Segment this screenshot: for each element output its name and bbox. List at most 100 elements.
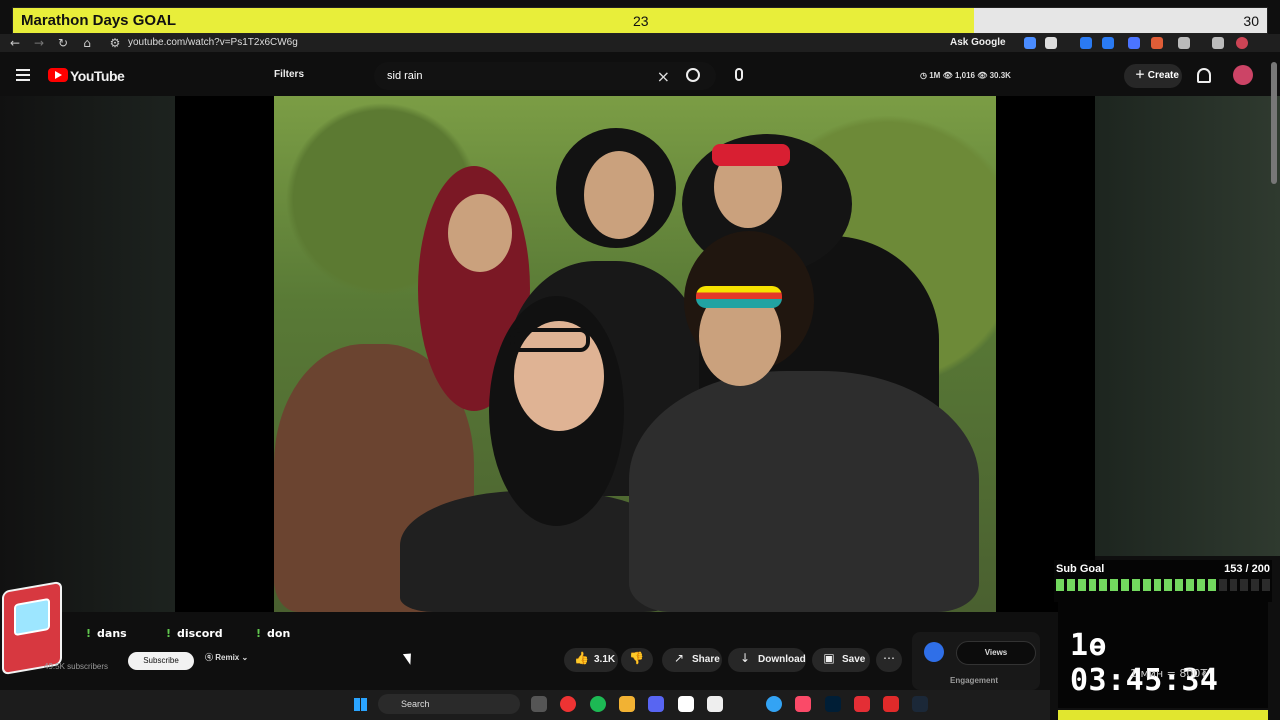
music-icon[interactable] bbox=[795, 696, 811, 712]
stat-icon-2: 👁 bbox=[942, 71, 955, 80]
folder-icon[interactable] bbox=[619, 696, 635, 712]
youtube-header: YouTube Filters sid rain × ◷ 1M 👁 1,016 … bbox=[0, 56, 1280, 96]
taskbar-search-label: Search bbox=[401, 699, 430, 709]
site-info-icon[interactable]: ⚙ bbox=[108, 36, 122, 50]
iq-logo-icon[interactable] bbox=[924, 642, 944, 662]
marathon-goal-bar: Marathon Days GOAL 23 30 bbox=[12, 7, 1268, 34]
microphone-icon[interactable] bbox=[735, 68, 743, 81]
ambient-left bbox=[0, 96, 175, 612]
taskbar-search-box[interactable] bbox=[378, 694, 520, 714]
sub-goal-segment bbox=[1121, 579, 1129, 591]
sub-goal-segment bbox=[1229, 579, 1238, 591]
filters-button[interactable]: Filters bbox=[274, 69, 304, 80]
sub-goal-segment bbox=[1142, 579, 1151, 591]
discord-icon[interactable] bbox=[648, 696, 664, 712]
save-button[interactable]: ▣ Save bbox=[812, 648, 870, 672]
page-scrollbar[interactable] bbox=[1271, 62, 1277, 184]
youtube-logo-text[interactable]: YouTube bbox=[70, 68, 125, 84]
download-button[interactable]: ↓ Download bbox=[728, 648, 806, 672]
thumbs-down-icon: 👎 bbox=[629, 651, 644, 665]
extensions-puzzle-icon[interactable] bbox=[1178, 37, 1190, 49]
chat-command-label: don bbox=[267, 627, 291, 640]
back-icon[interactable]: ← bbox=[8, 36, 22, 50]
subscriber-count: 49.5K subscribers bbox=[44, 662, 109, 671]
spotify-icon[interactable] bbox=[590, 696, 606, 712]
chrome-icon[interactable] bbox=[560, 696, 576, 712]
exclamation-icon: ! bbox=[166, 627, 172, 640]
glasses bbox=[510, 328, 590, 352]
extension-icon-5[interactable] bbox=[1151, 37, 1163, 49]
screen: Marathon Days GOAL 23 30 ← → ↻ ⌂ ⚙ youtu… bbox=[0, 0, 1280, 720]
reload-icon[interactable]: ↻ bbox=[56, 36, 70, 50]
video-frame-photo[interactable] bbox=[274, 96, 996, 612]
remix-button[interactable]: ⓠ Remix ⌄ bbox=[205, 652, 248, 663]
extension-icon-4[interactable] bbox=[1128, 37, 1140, 49]
chat-command-2: ! discord bbox=[166, 627, 223, 645]
chat-command-3: ! don bbox=[256, 627, 290, 645]
views-tab[interactable]: Views bbox=[956, 641, 1036, 665]
search-icon[interactable] bbox=[686, 68, 700, 82]
red-bandana bbox=[712, 144, 790, 166]
more-icon: ⋯ bbox=[883, 651, 895, 665]
app-icon-6[interactable] bbox=[678, 696, 694, 712]
exclamation-icon: ! bbox=[86, 627, 92, 640]
sub-goal-segment bbox=[1077, 579, 1086, 591]
home-icon[interactable]: ⌂ bbox=[80, 36, 94, 50]
iq-icon: ⓠ bbox=[205, 653, 216, 662]
person-face-1 bbox=[448, 194, 512, 272]
engagement-tab[interactable]: Engagement bbox=[950, 676, 998, 685]
share-button[interactable]: ↗ Share bbox=[662, 648, 722, 672]
stat-value-2: 1,016 bbox=[954, 71, 975, 80]
chevron-down-icon: ⌄ bbox=[239, 653, 249, 662]
profile-icon[interactable] bbox=[1236, 37, 1248, 49]
edge-icon[interactable] bbox=[766, 696, 782, 712]
notion-icon[interactable] bbox=[707, 696, 723, 712]
exclamation-icon: ! bbox=[256, 627, 262, 640]
chat-command-label: discord bbox=[177, 627, 223, 640]
app-icon-11[interactable] bbox=[854, 696, 870, 712]
sub-goal-segment bbox=[1251, 579, 1260, 591]
account-avatar[interactable] bbox=[1233, 65, 1253, 85]
taskbar-app-icon-1[interactable] bbox=[531, 696, 547, 712]
url-field[interactable]: youtube.com/watch?v=Ps1T2x6CW6g bbox=[128, 37, 298, 48]
search-input[interactable]: sid rain × bbox=[374, 62, 716, 90]
extension-icon-1[interactable] bbox=[1024, 37, 1036, 49]
stat-value-3: 30.3K bbox=[989, 71, 1011, 80]
sub-goal-segment bbox=[1262, 579, 1270, 591]
extension-icon-2[interactable] bbox=[1080, 37, 1092, 49]
reading-list-icon[interactable] bbox=[1212, 37, 1224, 49]
download-icon: ↓ bbox=[739, 651, 751, 665]
person-fleece bbox=[629, 371, 979, 612]
more-actions-button[interactable]: ⋯ bbox=[876, 648, 902, 672]
sub-goal-count: 153 / 200 bbox=[1224, 563, 1270, 575]
timer-progress-strip bbox=[1058, 710, 1268, 720]
menu-icon[interactable] bbox=[16, 69, 30, 81]
ask-google-button[interactable]: Ask Google bbox=[950, 37, 1006, 48]
steam-icon[interactable] bbox=[912, 696, 928, 712]
extension-icon-3[interactable] bbox=[1102, 37, 1114, 49]
sub-goal-segment bbox=[1153, 579, 1162, 591]
share-label: Share bbox=[692, 654, 720, 665]
app-icon-12[interactable] bbox=[883, 696, 899, 712]
subscribe-button[interactable]: Subscribe bbox=[128, 652, 194, 670]
windows-start-icon[interactable] bbox=[354, 698, 367, 711]
share-icon: ↗ bbox=[673, 651, 685, 665]
clear-search-icon[interactable]: × bbox=[657, 67, 670, 86]
chat-command-1: ! dans bbox=[86, 627, 127, 645]
dislike-button[interactable]: 👎 bbox=[621, 648, 653, 672]
create-button[interactable]: ＋ Create bbox=[1124, 64, 1182, 88]
marathon-goal-title: Marathon Days GOAL bbox=[21, 12, 177, 29]
timer-rate: 1 мин = 800₮ bbox=[1130, 667, 1208, 680]
photoshop-icon[interactable] bbox=[825, 696, 841, 712]
sub-goal-segment bbox=[1056, 579, 1064, 591]
star-icon[interactable] bbox=[1045, 37, 1057, 49]
sub-goal-segment bbox=[1088, 579, 1097, 591]
marathon-timer: 1ө 03:45:34 bbox=[1070, 628, 1219, 698]
like-button[interactable]: 👍 3.1K bbox=[564, 648, 618, 672]
marathon-target-days: 30 bbox=[1243, 13, 1259, 29]
bookmark-icon: ▣ bbox=[823, 651, 835, 665]
youtube-logo-icon[interactable] bbox=[48, 68, 68, 82]
forward-icon[interactable]: → bbox=[32, 36, 46, 50]
sub-goal-segment bbox=[1110, 579, 1119, 591]
notifications-bell-icon[interactable] bbox=[1197, 68, 1211, 83]
